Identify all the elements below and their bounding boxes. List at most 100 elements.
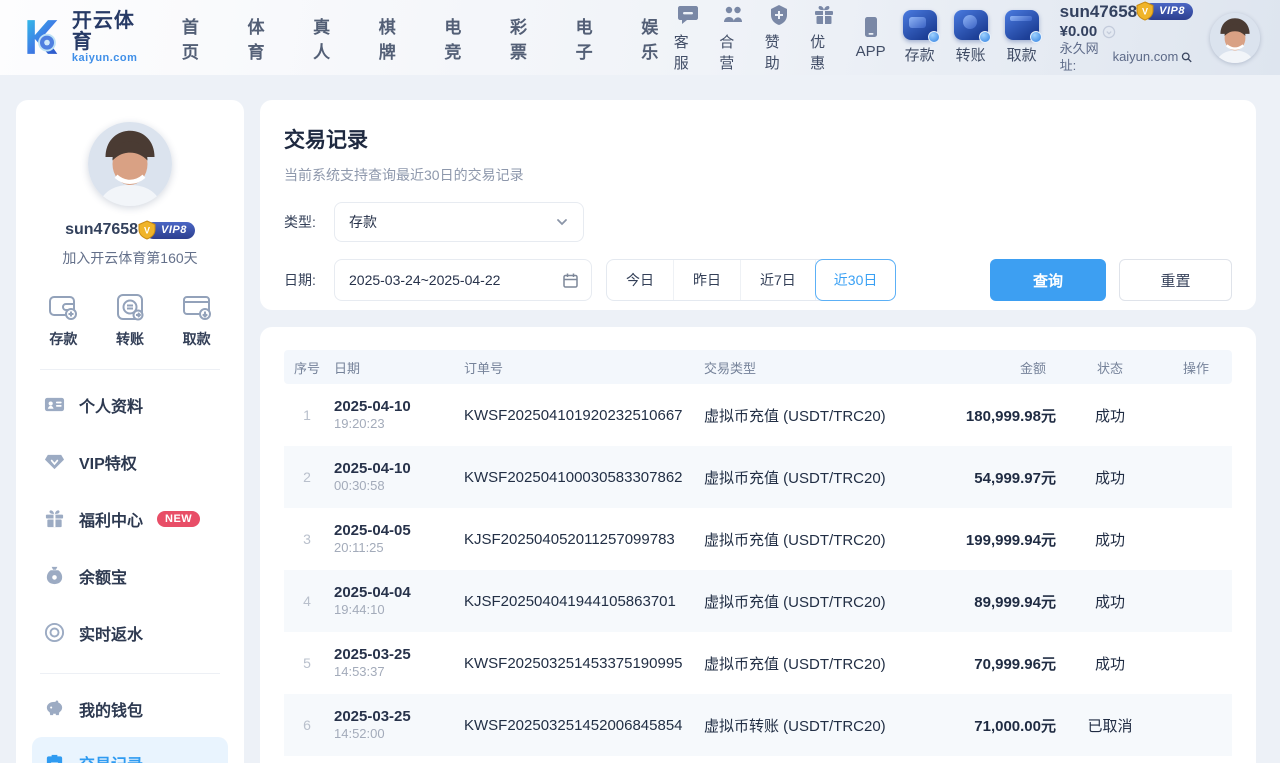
row-amount: 70,999.96元 — [905, 653, 1060, 674]
sidebar-deposit-label: 存款 — [49, 329, 77, 349]
preset-today-button[interactable]: 今日 — [607, 260, 674, 300]
col-type: 交易类型 — [700, 358, 905, 377]
partners-label: 合营 — [719, 31, 747, 73]
sidebar-transfer-button[interactable]: 转账 — [114, 292, 146, 349]
date-label: 日期: — [284, 270, 334, 290]
brand-logo[interactable]: 开云体育 kaiyun.com — [18, 11, 154, 65]
nav-entertainment[interactable]: 娱乐 — [641, 13, 674, 63]
row-order-no: KJSF202504052011257099783 — [460, 531, 700, 548]
reset-button[interactable]: 重置 — [1119, 259, 1232, 301]
row-status: 成功 — [1060, 653, 1160, 674]
rebate-icon — [44, 622, 65, 643]
date-value: 2025-04-10 — [334, 398, 411, 415]
sidebar-item-welfare-label: 福利中心 — [79, 507, 143, 531]
col-index: 序号 — [284, 358, 330, 377]
calendar-icon — [562, 272, 579, 289]
type-filter-row: 类型: 存款 — [284, 202, 1232, 242]
row-type: 虚拟币转账 (USDT/TRC20) — [700, 715, 905, 736]
topbar-right: 客服 合营 赞助 优惠 APP 存款 — [674, 1, 1260, 74]
sidebar-menu-wallet: 我的钱包 交易记录 — [16, 680, 244, 763]
promo-label: 优惠 — [810, 31, 838, 73]
sidebar-withdraw-label: 取款 — [183, 329, 211, 349]
date-range-picker[interactable] — [334, 259, 592, 301]
nav-live[interactable]: 真人 — [313, 13, 346, 63]
time-value: 19:20:23 — [334, 416, 385, 431]
partners-button[interactable]: 合营 — [719, 3, 747, 73]
sponsor-button[interactable]: 赞助 — [765, 3, 793, 73]
kaiyun-k-logo-icon — [18, 14, 63, 60]
search-button[interactable]: 查询 — [990, 259, 1106, 301]
row-order-no: KJSF202504041944105863701 — [460, 593, 700, 610]
filter-panel: 交易记录 当前系统支持查询最近30日的交易记录 类型: 存款 日期: 今日 昨日 — [260, 100, 1256, 310]
preset-yesterday-button[interactable]: 昨日 — [674, 260, 741, 300]
date-value: 2025-03-25 — [334, 646, 411, 663]
transfer-icon — [954, 10, 988, 40]
vip-shield-icon: V — [1135, 1, 1155, 21]
nav-lottery[interactable]: 彩票 — [510, 13, 543, 63]
page-title: 交易记录 — [284, 124, 1232, 154]
table-row: 4 2025-04-0419:44:10 KJSF202504041944105… — [284, 570, 1232, 632]
sidebar-avatar[interactable] — [88, 122, 172, 206]
date-value: 2025-03-25 — [334, 708, 411, 725]
app-download-button[interactable]: APP — [856, 15, 886, 60]
time-value: 00:30:58 — [334, 478, 385, 493]
nav-home[interactable]: 首页 — [182, 13, 215, 63]
sidebar-item-welfare[interactable]: 福利中心 NEW — [32, 490, 228, 547]
vip-shield-icon: V — [137, 220, 157, 240]
nav-sports[interactable]: 体育 — [248, 13, 281, 63]
permanent-url: kaiyun.com — [1113, 49, 1179, 65]
withdraw-button[interactable]: 取款 — [1005, 10, 1039, 65]
vip-level: VIP8 — [1159, 5, 1185, 19]
date-value: 2025-04-10 — [334, 460, 411, 477]
date-value: 2025-04-04 — [334, 584, 411, 601]
preset-7days-button[interactable]: 近7日 — [741, 260, 816, 300]
col-status: 状态 — [1060, 358, 1160, 377]
nav-slots[interactable]: 电子 — [576, 13, 609, 63]
col-action: 操作 — [1160, 358, 1232, 377]
row-status: 成功 — [1060, 591, 1160, 612]
row-status: 成功 — [1060, 467, 1160, 488]
preset-30days-button[interactable]: 近30日 — [815, 259, 897, 301]
page-subtitle: 当前系统支持查询最近30日的交易记录 — [284, 165, 1232, 185]
transfer-button[interactable]: 转账 — [954, 10, 988, 65]
sidebar: sun47658 V VIP8 加入开云体育第160天 存款 — [16, 100, 244, 763]
sidebar-item-wallet[interactable]: 我的钱包 — [32, 680, 228, 737]
sidebar-item-rebate[interactable]: 实时返水 — [32, 604, 228, 661]
row-date: 2025-04-0419:44:10 — [330, 584, 460, 618]
row-date: 2025-04-1000:30:58 — [330, 460, 460, 494]
type-select[interactable]: 存款 — [334, 202, 584, 242]
row-index: 5 — [284, 655, 330, 671]
sidebar-deposit-button[interactable]: 存款 — [47, 292, 79, 349]
nav-chess[interactable]: 棋牌 — [379, 13, 412, 63]
date-range-input[interactable] — [349, 272, 562, 288]
refresh-balance-icon[interactable] — [1102, 25, 1116, 39]
type-label: 类型: — [284, 212, 334, 232]
row-type: 虚拟币充值 (USDT/TRC20) — [700, 653, 905, 674]
sidebar-item-yuebao[interactable]: 余额宝 — [32, 547, 228, 604]
avatar[interactable] — [1210, 13, 1260, 63]
deposit-button[interactable]: 存款 — [903, 10, 937, 65]
row-type: 虚拟币充值 (USDT/TRC20) — [700, 467, 905, 488]
nav-esports[interactable]: 电竞 — [444, 13, 477, 63]
transfer-icon — [114, 292, 146, 322]
new-badge: NEW — [157, 511, 200, 527]
sidebar-item-transaction-records[interactable]: 交易记录 — [32, 737, 228, 763]
sidebar-vip-badge: V VIP8 — [145, 222, 195, 239]
row-date: 2025-03-2514:52:00 — [330, 708, 460, 742]
row-status: 已取消 — [1060, 715, 1160, 736]
search-icon[interactable] — [1181, 51, 1193, 64]
time-value: 14:52:00 — [334, 726, 385, 741]
row-amount: 199,999.94元 — [905, 529, 1060, 550]
sidebar-item-vip[interactable]: VIP特权 — [32, 433, 228, 490]
col-order: 订单号 — [460, 358, 700, 377]
permanent-url-label: 永久网址: — [1060, 41, 1110, 74]
sidebar-divider — [40, 369, 220, 370]
table-row: 2 2025-04-1000:30:58 KWSF202504100030583… — [284, 446, 1232, 508]
row-type: 虚拟币充值 (USDT/TRC20) — [700, 529, 905, 550]
deposit-label: 存款 — [905, 44, 935, 65]
row-index: 2 — [284, 469, 330, 485]
promo-button[interactable]: 优惠 — [810, 3, 838, 73]
sidebar-item-profile[interactable]: 个人资料 — [32, 376, 228, 433]
customer-service-button[interactable]: 客服 — [674, 3, 702, 73]
sidebar-withdraw-button[interactable]: 取款 — [181, 292, 213, 349]
